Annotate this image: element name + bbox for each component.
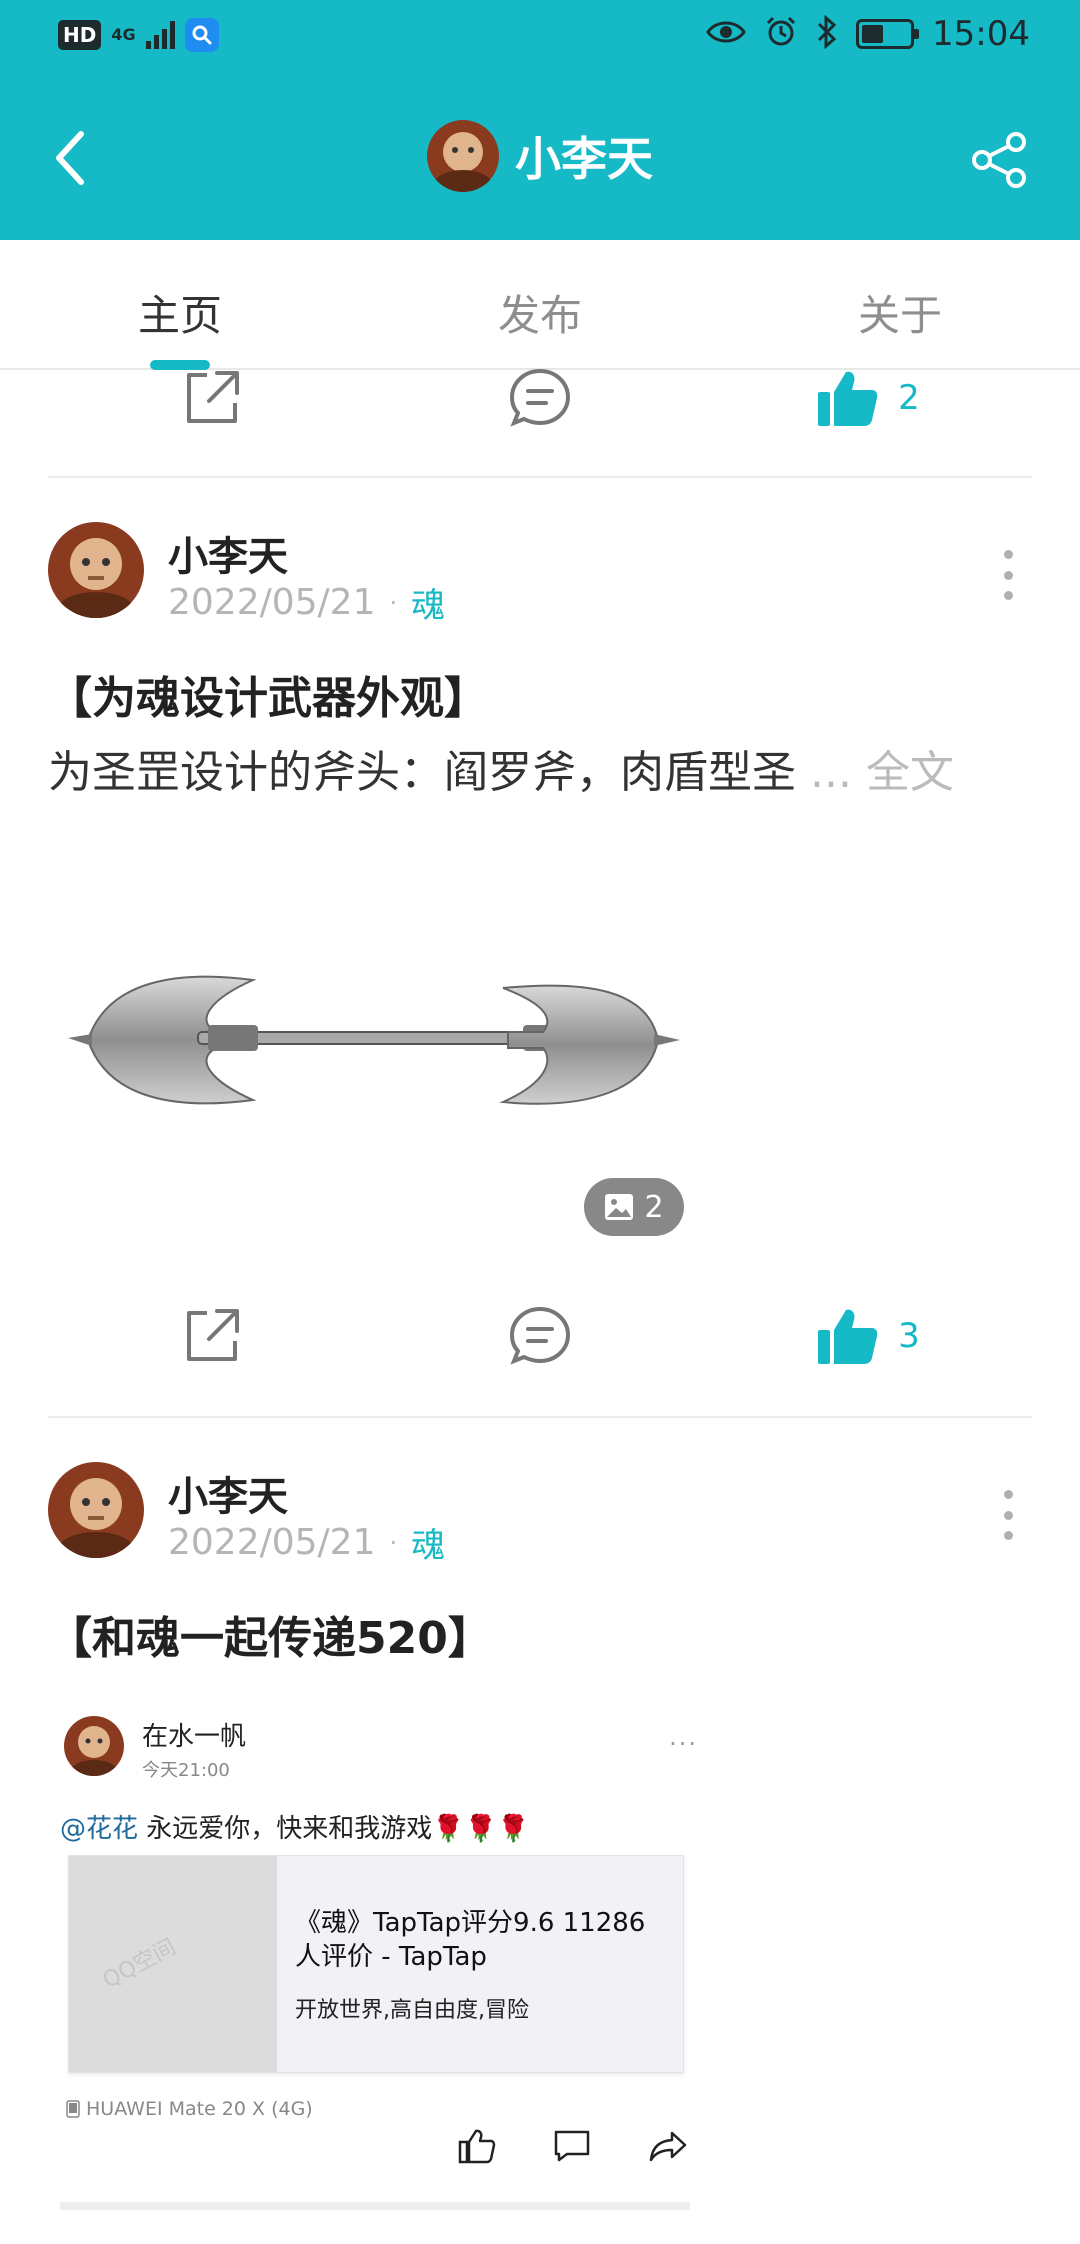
watermark: QQ空间	[98, 1934, 181, 1994]
post-actions-previous: 2	[48, 348, 1032, 448]
post-date: 2022/05/21	[168, 1522, 376, 1563]
thumbs-up-icon	[818, 371, 878, 426]
embedded-screenshot[interactable]: 在水一帆 今天21:00 ··· @花花 永远爱你，快来和我游戏🌹🌹🌹 QQ空间…	[58, 1700, 698, 2210]
header-avatar[interactable]	[427, 120, 499, 192]
status-time: 15:04	[932, 14, 1030, 54]
more-options-button[interactable]	[998, 550, 1018, 600]
post-actions: 3	[48, 1286, 1032, 1386]
embed-message-text: 永远爱你，快来和我游戏	[138, 1814, 433, 1844]
post-header: 小李天 2022/05/21 · 魂	[48, 522, 1032, 626]
embed-message: @花花 永远爱你，快来和我游戏🌹🌹🌹	[60, 1808, 529, 1845]
avatar[interactable]	[48, 522, 144, 618]
link-thumbnail: QQ空间	[69, 1856, 277, 2072]
post-header: 小李天 2022/05/21 · 魂	[48, 1462, 1032, 1566]
mention: @花花	[60, 1814, 139, 1844]
link-card: QQ空间 《魂》TapTap评分9.6 11286人评价 - TapTap 开放…	[68, 1855, 684, 2073]
more-options-button[interactable]	[998, 1490, 1018, 1540]
signal-icon	[145, 21, 175, 49]
forward-icon	[649, 2131, 687, 2162]
game-tag[interactable]: 魂	[411, 578, 445, 627]
excerpt-ellipsis: ...	[796, 747, 866, 798]
read-more-link[interactable]: 全文	[866, 747, 954, 798]
author-name[interactable]: 小李天	[168, 1464, 288, 1522]
app-header-background: HD 4G 15:04 小李天	[0, 0, 1080, 240]
link-title: 《魂》TapTap评分9.6 11286人评价 - TapTap	[295, 1908, 646, 1972]
post-title[interactable]: 【为魂设计武器外观】	[48, 662, 488, 726]
external-share-icon	[187, 371, 239, 423]
embed-actions	[458, 2128, 688, 2164]
embed-more-icon: ···	[669, 1730, 698, 1758]
image-icon	[605, 1194, 634, 1220]
embed-time: 今天21:00	[142, 1760, 230, 1781]
comment-button[interactable]	[376, 1305, 704, 1367]
meta-separator: ·	[389, 588, 398, 617]
comment-outline-icon	[554, 2130, 590, 2162]
page-title: 小李天	[515, 132, 653, 186]
avatar[interactable]	[48, 1462, 144, 1558]
comment-icon	[509, 1306, 571, 1365]
share-icon	[972, 132, 1026, 188]
comment-icon	[509, 368, 571, 427]
embed-bottom-bar	[60, 2202, 690, 2210]
device-label: HUAWEI Mate 20 X (4G)	[66, 2098, 313, 2120]
post-divider	[48, 1416, 1032, 1418]
post-divider	[48, 476, 1032, 478]
eye-icon	[706, 18, 746, 50]
share-button[interactable]	[960, 120, 1040, 200]
hd-indicator: HD	[58, 20, 102, 50]
search-app-icon	[184, 18, 219, 52]
post-date: 2022/05/21	[168, 582, 376, 623]
image-count-badge[interactable]: 2	[584, 1178, 684, 1236]
game-tag[interactable]: 魂	[411, 1518, 445, 1567]
link-subtitle: 开放世界,高自由度,冒险	[295, 1998, 529, 2023]
share-post-button[interactable]	[48, 1305, 376, 1367]
like-count: 2	[898, 378, 920, 418]
rose-icons: 🌹🌹🌹	[432, 1814, 530, 1844]
thumbs-up-outline-icon	[458, 2129, 496, 2164]
phone-icon	[66, 2100, 80, 2118]
alarm-icon	[764, 15, 798, 53]
post-title[interactable]: 【和魂一起传递520】	[48, 1602, 492, 1666]
author-name[interactable]: 小李天	[168, 524, 288, 582]
excerpt-text: 为圣罡设计的斧头：阎罗斧，肉盾型圣	[48, 747, 796, 798]
battery-icon	[856, 19, 920, 49]
device-name: HUAWEI Mate 20 X (4G)	[86, 2098, 313, 2120]
like-count: 3	[898, 1316, 920, 1356]
image-count: 2	[644, 1189, 664, 1225]
thumbs-up-icon	[818, 1309, 878, 1364]
network-type: 4G	[111, 25, 136, 44]
external-share-icon	[187, 1309, 239, 1361]
like-button[interactable]: 3	[704, 1306, 1032, 1366]
status-bar: HD 4G 15:04	[0, 0, 1080, 75]
app-header: 小李天	[0, 80, 1080, 240]
embed-avatar	[64, 1716, 124, 1776]
bluetooth-icon	[816, 14, 838, 53]
comment-button[interactable]	[376, 367, 704, 429]
post-excerpt[interactable]: 为圣罡设计的斧头：阎罗斧，肉盾型圣 ... 全文	[48, 736, 954, 800]
like-button[interactable]: 2	[704, 368, 1032, 428]
embed-author: 在水一帆	[142, 1722, 247, 1752]
share-post-button[interactable]	[48, 367, 376, 429]
meta-separator: ·	[389, 1528, 398, 1557]
